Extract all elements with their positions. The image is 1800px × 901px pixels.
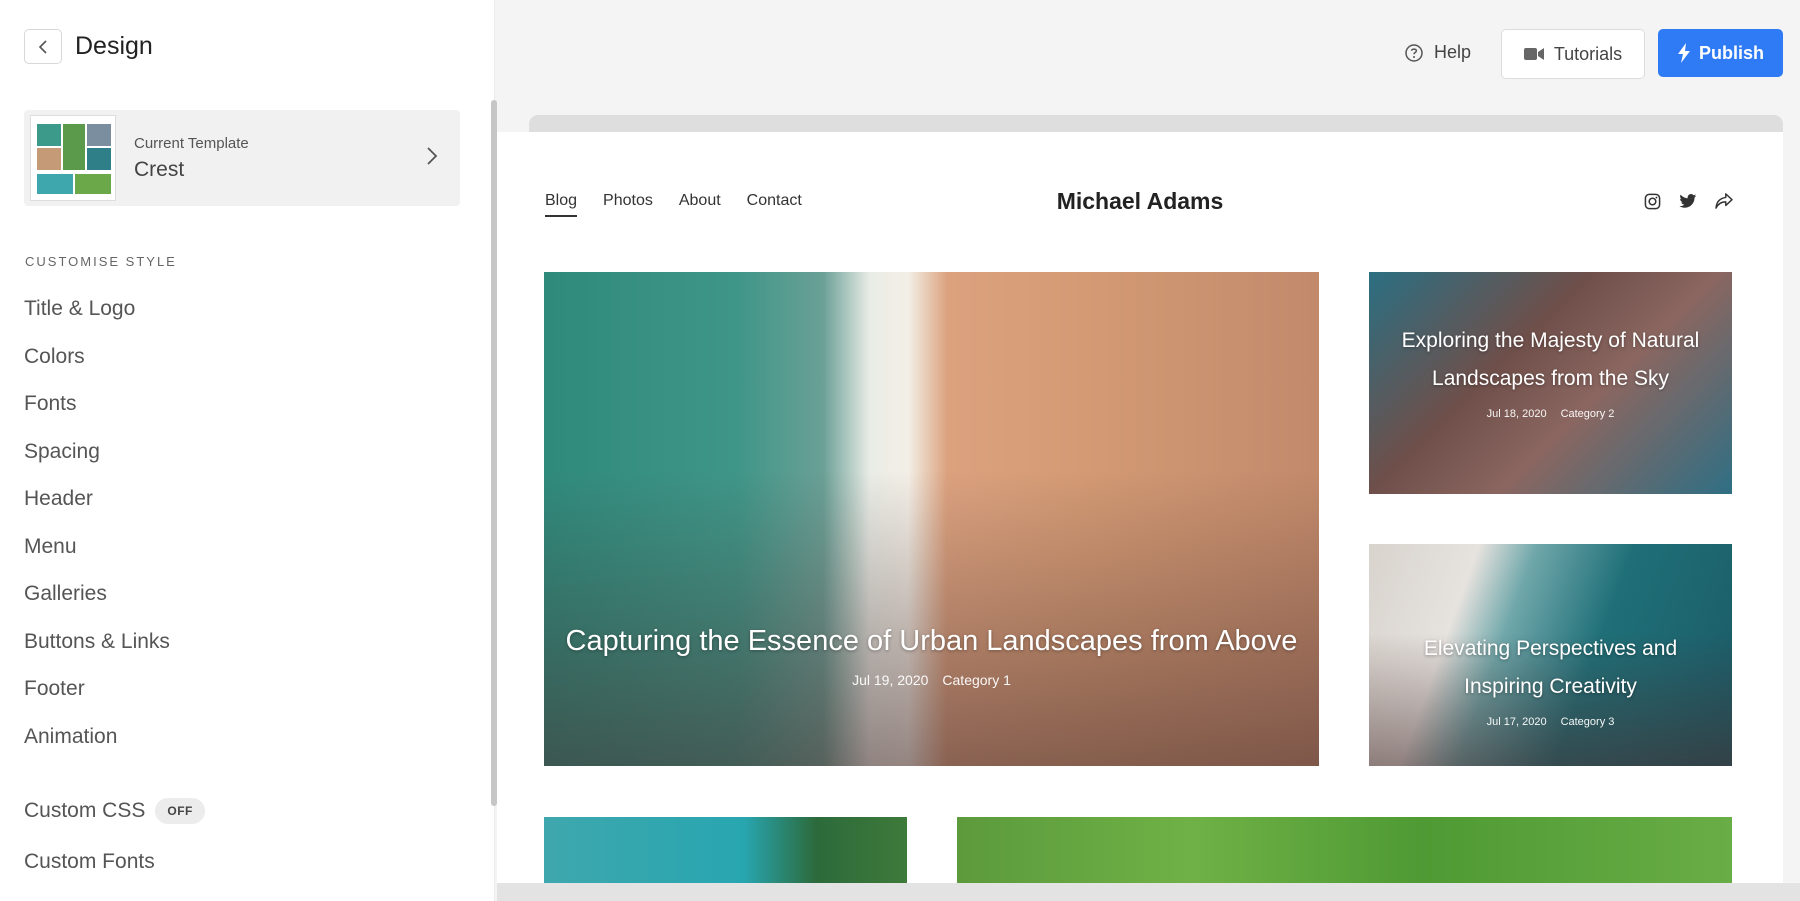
menu-item-galleries[interactable]: Galleries [24,575,170,623]
preview-frame-top [529,115,1783,133]
chevron-left-icon [38,39,47,54]
preview-horizontal-scrollbar[interactable] [497,883,1800,901]
custom-css-status-badge: OFF [155,798,205,824]
help-circle-icon [1405,43,1423,62]
help-button[interactable]: Help [1404,42,1471,63]
lightning-bolt-icon [1677,43,1690,63]
post-category: Category 1 [942,672,1011,688]
instagram-icon[interactable] [1644,193,1661,210]
chevron-right-icon [427,147,438,165]
publish-button[interactable]: Publish [1658,29,1783,77]
custom-css-item[interactable]: Custom CSS OFF [24,798,205,824]
site-title[interactable]: Michael Adams [497,188,1783,215]
tutorials-button[interactable]: Tutorials [1501,29,1645,79]
social-icons [1644,193,1733,210]
publish-label: Publish [1698,42,1764,63]
tutorials-label: Tutorials [1553,43,1623,64]
post-meta: Jul 19, 2020 Category 1 [544,672,1319,688]
menu-item-title-logo[interactable]: Title & Logo [24,290,170,338]
back-button[interactable] [24,29,62,64]
menu-item-header[interactable]: Header [24,480,170,528]
post-title: Elevating Perspectives and Inspiring Cre… [1423,637,1678,698]
post-category: Category 3 [1560,716,1615,728]
sidebar-header: Design [24,29,153,64]
template-label: Current Template [134,134,249,152]
post-date: Jul 19, 2020 [852,672,929,688]
menu-item-colors[interactable]: Colors [24,338,170,386]
help-label: Help [1434,42,1472,62]
customise-style-label: CUSTOMISE STYLE [25,254,177,269]
post-date: Jul 17, 2020 [1486,716,1547,728]
post-meta: Jul 18, 2020 Category 2 [1397,408,1704,420]
menu-item-menu[interactable]: Menu [24,528,170,576]
post-card[interactable]: Elevating Perspectives and Inspiring Cre… [1369,544,1732,766]
menu-item-animation[interactable]: Animation [24,718,170,766]
card-overlay [544,469,1319,766]
share-icon[interactable] [1715,193,1733,209]
post-meta: Jul 17, 2020 Category 3 [1399,716,1702,728]
post-caption: Exploring the Majesty of Natural Landsca… [1369,322,1732,420]
post-date: Jul 18, 2020 [1486,408,1547,420]
site-preview: Blog Photos About Contact Michael Adams … [497,132,1783,901]
menu-item-fonts[interactable]: Fonts [24,385,170,433]
current-template-card[interactable]: Current Template Crest [24,110,460,206]
design-sidebar: Design Current Template Crest CUSTOMISE … [0,0,495,901]
post-caption: Elevating Perspectives and Inspiring Cre… [1369,630,1732,728]
custom-fonts-item[interactable]: Custom Fonts [24,850,155,874]
twitter-icon[interactable] [1679,193,1697,210]
post-caption: Capturing the Essence of Urban Landscape… [544,622,1319,688]
post-title: Capturing the Essence of Urban Landscape… [565,625,1298,657]
custom-css-label: Custom CSS [24,799,146,822]
template-name: Crest [134,157,185,181]
template-info: Current Template Crest [134,135,249,182]
menu-item-footer[interactable]: Footer [24,670,170,718]
post-card[interactable]: Exploring the Majesty of Natural Landsca… [1369,272,1732,494]
post-category: Category 2 [1560,408,1615,420]
sidebar-title: Design [75,32,153,60]
video-camera-icon [1523,48,1544,60]
menu-item-buttons-links[interactable]: Buttons & Links [24,623,170,671]
menu-item-spacing[interactable]: Spacing [24,433,170,481]
style-menu: Title & Logo Colors Fonts Spacing Header… [24,290,170,765]
post-title: Exploring the Majesty of Natural Landsca… [1401,329,1700,390]
featured-post-card[interactable]: Capturing the Essence of Urban Landscape… [544,272,1319,766]
template-thumbnail [30,115,116,201]
